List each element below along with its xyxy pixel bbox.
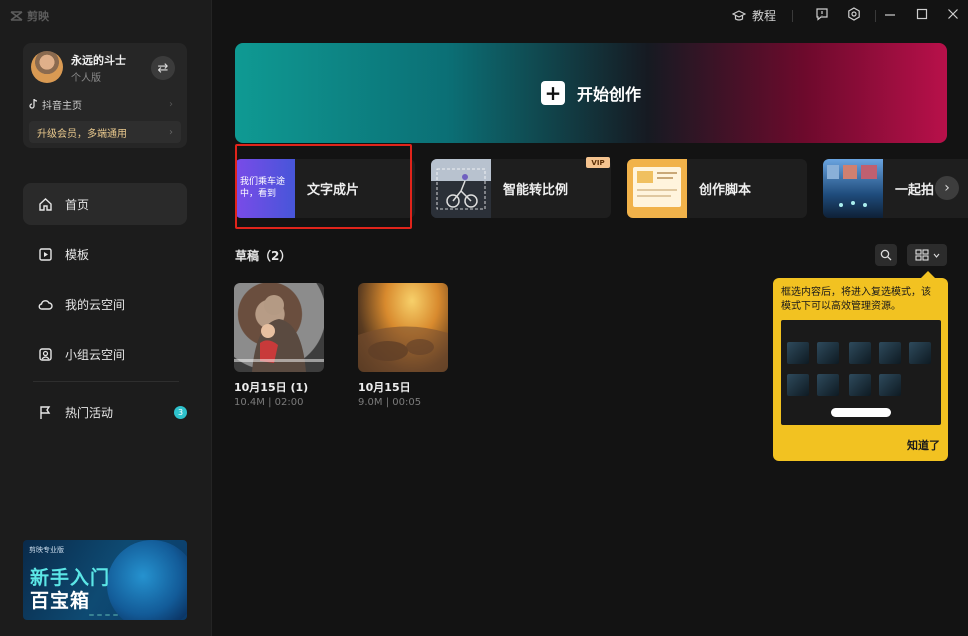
smart-resize-thumbnail — [431, 159, 491, 218]
upgrade-vip-label: 升级会员，多端通用 — [37, 128, 127, 140]
draft-meta: 9.0M | 00:05 — [358, 397, 422, 408]
shoot-together-thumbnail — [823, 159, 883, 218]
settings-button[interactable] — [847, 7, 861, 21]
draft-title: 10月15日 (1) — [234, 381, 309, 394]
draft-thumbnail — [358, 283, 448, 372]
switch-account-button[interactable]: ⇄ — [151, 56, 175, 80]
selection-highlight — [235, 144, 412, 229]
promo-title-line2: 百宝箱 — [30, 590, 91, 612]
vip-badge: VIP — [586, 157, 610, 168]
maximize-icon — [916, 8, 928, 20]
draft-meta: 10.4M | 02:00 — [234, 397, 304, 408]
minimize-button[interactable] — [883, 7, 897, 21]
sidebar-item-my-cloud[interactable]: 我的云空间 — [23, 283, 187, 325]
sidebar: 剪映 永远的斗士 个人版 ⇄ 抖音主页 › 升级会员，多端通用 › 首页 模板 … — [0, 0, 212, 636]
title-bar: 教程 — [212, 0, 968, 32]
sidebar-item-events[interactable]: 热门活动 3 — [23, 391, 187, 433]
graduation-cap-icon — [732, 9, 746, 21]
sidebar-item-label: 小组云空间 — [65, 347, 126, 362]
gear-icon — [848, 7, 860, 21]
cyclist-image — [431, 159, 491, 218]
creation-script-thumbnail — [627, 159, 687, 218]
home-icon — [39, 197, 52, 211]
tool-smart-resize[interactable]: 智能转比例 — [431, 159, 611, 218]
script-document-image — [633, 167, 681, 207]
toolbar-divider — [875, 10, 876, 22]
events-badge: 3 — [174, 405, 187, 419]
chevron-right-icon: › — [169, 98, 173, 110]
avatar[interactable] — [31, 51, 63, 83]
tutorial-label: 教程 — [752, 9, 777, 23]
multi-select-tooltip: 框选内容后，将进入复选模式，该模式下可以高效管理资源。 知道了 — [773, 271, 948, 461]
draft-card[interactable]: 10月15日 9.0M | 00:05 — [358, 283, 448, 408]
toolbar-divider — [792, 10, 793, 22]
team-cloud-icon — [39, 347, 52, 361]
sidebar-item-templates[interactable]: 模板 — [23, 233, 187, 275]
drafts-heading: 草稿（2） — [235, 249, 292, 263]
minimize-icon — [885, 14, 895, 16]
username: 永远的斗士 — [71, 54, 126, 67]
sidebar-item-team-cloud[interactable]: 小组云空间 — [23, 333, 187, 375]
nav-divider — [33, 381, 179, 382]
douyin-home-link[interactable]: 抖音主页 › — [29, 96, 173, 112]
flag-icon — [40, 405, 51, 419]
draft-thumbnail-image — [358, 326, 448, 372]
chevron-down-icon — [933, 253, 939, 258]
plan-label: 个人版 — [71, 73, 101, 84]
tool-label: 创作脚本 — [699, 183, 752, 198]
plus-icon: + — [540, 81, 565, 105]
chevron-right-icon: › — [169, 126, 173, 138]
promo-graphic — [107, 540, 187, 620]
sidebar-item-home[interactable]: 首页 — [23, 183, 187, 225]
chevron-right-icon: › — [944, 180, 950, 196]
view-mode-dropdown[interactable] — [907, 244, 947, 266]
draft-thumbnail-image — [234, 295, 324, 372]
tool-label: 一起拍 — [895, 183, 935, 198]
capcut-logo-icon — [10, 11, 23, 21]
template-icon — [39, 247, 52, 261]
promo-brand: 剪映专业版 — [29, 546, 64, 554]
draft-title: 10月15日 — [358, 381, 411, 394]
start-creating-button[interactable]: + 开始创作 — [235, 43, 947, 143]
search-icon — [880, 249, 892, 261]
sidebar-item-label: 模板 — [65, 247, 90, 262]
profile-card: 永远的斗士 个人版 ⇄ 抖音主页 › 升级会员，多端通用 › — [23, 43, 187, 148]
beginner-promo-banner[interactable]: 剪映专业版 新手入门 百宝箱 — [23, 540, 187, 620]
search-drafts-button[interactable] — [875, 244, 897, 266]
tooltip-got-it-button[interactable]: 知道了 — [907, 437, 940, 453]
feedback-icon — [816, 8, 828, 21]
draft-thumbnail — [234, 283, 324, 372]
tooltip-text: 框选内容后，将进入复选模式，该模式下可以高效管理资源。 — [781, 287, 931, 312]
sidebar-item-label: 热门活动 — [65, 405, 114, 420]
sidebar-item-label: 首页 — [65, 197, 90, 212]
tutorial-button[interactable]: 教程 — [732, 7, 776, 24]
maximize-button[interactable] — [915, 7, 929, 21]
close-button[interactable] — [946, 7, 960, 21]
tool-creation-script[interactable]: 创作脚本 — [627, 159, 807, 218]
douyin-icon — [29, 99, 38, 109]
start-creating-label: 开始创作 — [576, 85, 641, 104]
sidebar-item-label: 我的云空间 — [65, 297, 126, 312]
stage-image — [827, 165, 877, 207]
cloud-icon — [38, 299, 53, 310]
app-logo: 剪映 — [10, 8, 49, 24]
douyin-home-label: 抖音主页 — [42, 100, 82, 112]
swap-icon: ⇄ — [157, 60, 169, 76]
tools-scroll-right-button[interactable]: › — [935, 176, 959, 200]
upgrade-vip-button[interactable]: 升级会员，多端通用 › — [29, 121, 181, 143]
grid-view-icon — [914, 249, 929, 261]
close-icon — [948, 9, 958, 19]
tooltip-preview-image — [781, 320, 941, 425]
app-logo-text: 剪映 — [27, 10, 49, 23]
feedback-button[interactable] — [815, 7, 829, 21]
promo-pagination — [89, 614, 118, 616]
draft-card[interactable]: 10月15日 (1) 10.4M | 02:00 — [234, 283, 324, 408]
tool-label: 智能转比例 — [503, 183, 569, 198]
